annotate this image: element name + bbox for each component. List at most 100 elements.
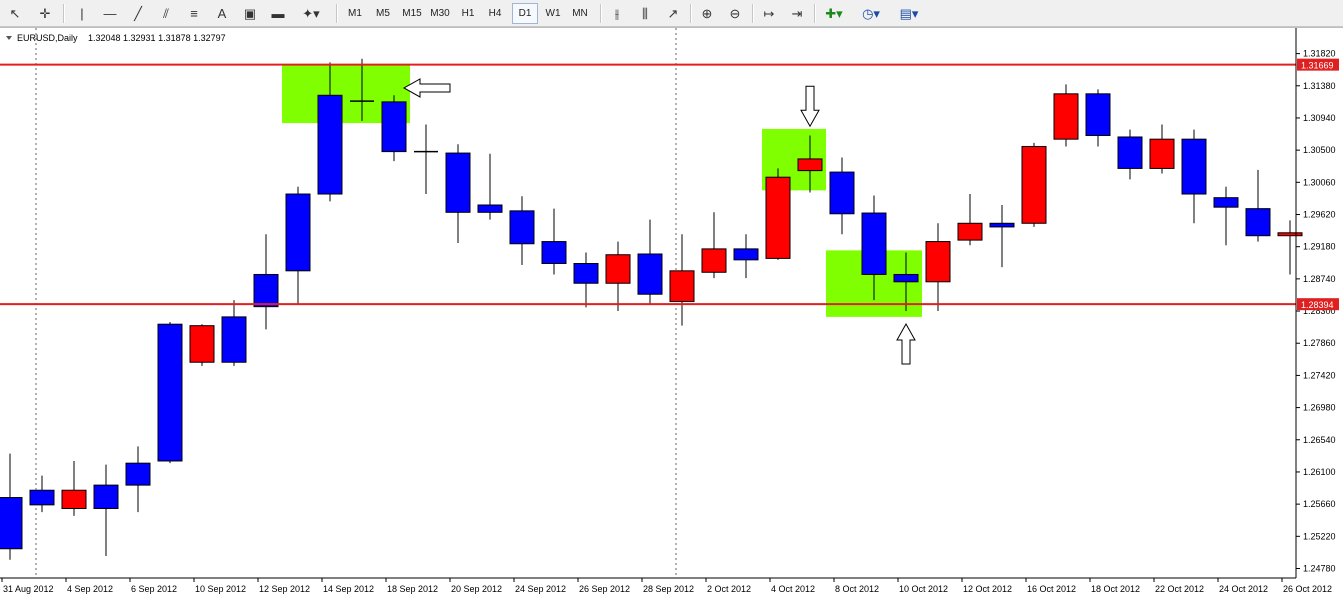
zoom-in-icon[interactable]: ⊕ [696, 3, 718, 24]
candle-body [669, 270, 695, 303]
candle-body [317, 94, 343, 195]
timeframe-mn-button[interactable]: MN [567, 3, 593, 24]
candle-body [61, 489, 87, 510]
candle-body [541, 241, 567, 265]
candle-body [253, 273, 279, 308]
candle [157, 322, 183, 464]
cursor-icon[interactable]: ↖ [5, 3, 25, 24]
candle-body [93, 484, 119, 510]
y-tick-label: 1.29180 [1303, 242, 1336, 252]
level-price-label: 1.31669 [1301, 61, 1334, 71]
candle-body [1181, 138, 1207, 195]
y-tick-label: 1.26100 [1303, 467, 1336, 477]
x-tick-label: 8 Oct 2012 [835, 584, 879, 594]
candle [1021, 142, 1047, 227]
timeframe-w1-button[interactable]: W1 [540, 3, 566, 24]
x-tick-label: 18 Sep 2012 [387, 584, 438, 594]
candle-body [157, 323, 183, 462]
y-tick-label: 1.26980 [1303, 403, 1336, 413]
y-tick-label: 1.30940 [1303, 113, 1336, 123]
timeframe-m5-button[interactable]: M5 [370, 3, 396, 24]
x-tick-label: 31 Aug 2012 [3, 584, 54, 594]
candle-body [1117, 136, 1143, 169]
timeframe-m1-button[interactable]: M1 [342, 3, 368, 24]
y-tick-label: 1.24780 [1303, 563, 1336, 573]
y-tick-label: 1.30060 [1303, 177, 1336, 187]
y-tick-label: 1.26540 [1303, 435, 1336, 445]
candle-body [0, 497, 23, 550]
candle-body [1213, 197, 1239, 208]
text-icon[interactable]: A [212, 3, 232, 24]
candle-body [189, 325, 215, 363]
candle-body [509, 210, 535, 245]
text-label-icon[interactable]: ▣ [240, 3, 260, 24]
x-tick-label: 10 Oct 2012 [899, 584, 948, 594]
x-tick-label: 20 Sep 2012 [451, 584, 502, 594]
candle-body [1053, 93, 1079, 140]
candle-body [893, 273, 919, 283]
candle-body [637, 253, 663, 295]
x-tick-label: 24 Oct 2012 [1219, 584, 1268, 594]
x-tick-label: 4 Oct 2012 [771, 584, 815, 594]
chart-window[interactable]: 1.31820 1.31380 1.30940 1.30500 1.30060 1.296… [0, 27, 1343, 599]
candle-body [733, 248, 759, 261]
candle-body [221, 316, 247, 363]
timeframe-m30-button[interactable]: M30 [426, 3, 454, 24]
candle-body [989, 222, 1015, 228]
trendline-icon[interactable]: ╱ [128, 3, 148, 24]
y-tick-label: 1.29620 [1303, 210, 1336, 220]
y-tick-label: 1.30500 [1303, 145, 1336, 155]
candle-body [1021, 145, 1047, 224]
timeframe-d1-button[interactable]: D1 [512, 3, 538, 24]
chart-shift-icon[interactable]: ⇥ [786, 3, 808, 24]
fibonacci-icon[interactable]: ≡ [184, 3, 204, 24]
arrows-dropdown-icon[interactable]: ✦▾ [296, 3, 326, 24]
timeframe-h4-button[interactable]: H4 [482, 3, 508, 24]
indicators-icon[interactable]: ✚▾ [820, 3, 848, 24]
x-tick-label: 12 Sep 2012 [259, 584, 310, 594]
x-tick-label: 26 Sep 2012 [579, 584, 630, 594]
periods-clock-icon[interactable]: ◷▾ [856, 3, 886, 24]
candlestick-chart-icon[interactable]: ⫼ [634, 3, 656, 24]
x-tick-label: 10 Sep 2012 [195, 584, 246, 594]
y-tick-label: 1.27860 [1303, 338, 1336, 348]
x-tick-label: 18 Oct 2012 [1091, 584, 1140, 594]
x-tick-label: 28 Sep 2012 [643, 584, 694, 594]
timeframe-m15-button[interactable]: M15 [398, 3, 426, 24]
candle [189, 324, 215, 366]
line-chart-icon[interactable]: ↗ [662, 3, 684, 24]
equidistant-channel-icon[interactable]: ⫽ [156, 3, 176, 24]
candlestick-chart[interactable]: 1.31820 1.31380 1.30940 1.30500 1.30060 1.296… [0, 28, 1343, 599]
x-tick-label: 14 Sep 2012 [323, 584, 374, 594]
y-tick-label: 1.28740 [1303, 274, 1336, 284]
zoom-out-icon[interactable]: ⊖ [724, 3, 746, 24]
x-tick-label: 6 Sep 2012 [131, 584, 177, 594]
candle-body [1149, 138, 1175, 169]
candle-body [925, 241, 951, 283]
bar-chart-icon[interactable]: ⫲ [606, 3, 628, 24]
horizontal-line-icon[interactable]: — [100, 3, 120, 24]
candle-body [381, 101, 407, 153]
auto-scroll-icon[interactable]: ↦ [758, 3, 780, 24]
candle [1053, 84, 1079, 147]
toolbar: ↖ ✛ | — ╱ ⫽ ≡ A ▣ ▬ ✦▾ M1 M5 M15 M30 H1 H4 D1 W… [0, 0, 1343, 27]
y-tick-label: 1.27420 [1303, 370, 1336, 380]
x-tick-label: 16 Oct 2012 [1027, 584, 1076, 594]
y-tick-label: 1.31380 [1303, 81, 1336, 91]
vertical-line-icon[interactable]: | [72, 3, 92, 24]
candle-body [765, 176, 791, 259]
candle-body [125, 462, 151, 486]
candle-body [605, 254, 631, 284]
y-tick-label: 1.25220 [1303, 531, 1336, 541]
x-tick-label: 26 Oct 2012 [1283, 584, 1332, 594]
timeframe-h1-button[interactable]: H1 [456, 3, 480, 24]
templates-icon[interactable]: ▤▾ [894, 3, 924, 24]
x-tick-label: 2 Oct 2012 [707, 584, 751, 594]
candle-body [1245, 208, 1271, 237]
candle-body [957, 222, 983, 241]
rectangle-icon[interactable]: ▬ [268, 3, 288, 24]
crosshair-icon[interactable]: ✛ [35, 3, 55, 24]
candle-body [1277, 232, 1303, 237]
ohlc-readout: 1.32048 1.32931 1.31878 1.32797 [88, 33, 226, 43]
x-tick-label: 4 Sep 2012 [67, 584, 113, 594]
